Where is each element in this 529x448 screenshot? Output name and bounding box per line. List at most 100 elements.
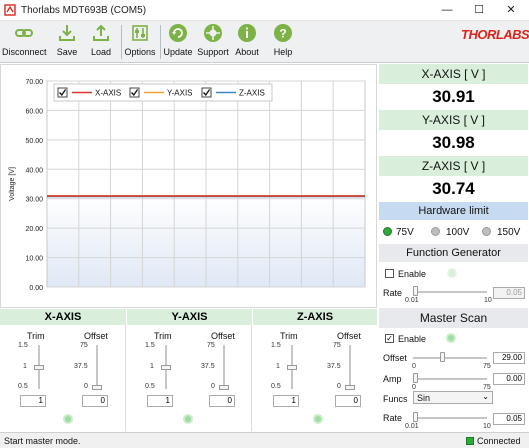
ms-amp-label: Amp bbox=[383, 374, 402, 384]
radio-75v[interactable] bbox=[383, 227, 392, 236]
connection-status: Connected bbox=[477, 436, 521, 446]
ms-offset-label: Offset bbox=[383, 353, 407, 363]
help-icon: ? bbox=[274, 24, 292, 42]
z-trim-tick-mid: 1 bbox=[276, 363, 280, 370]
y-axis-panel-header: Y-AXIS bbox=[127, 309, 252, 325]
status-message: Start master mode. bbox=[4, 436, 81, 446]
toolbar-divider bbox=[121, 25, 122, 59]
fg-enable-checkbox[interactable] bbox=[385, 269, 394, 278]
y-trim-tick-mid: 1 bbox=[150, 363, 154, 370]
z-axis-readout-label: Z-AXIS [ V ] bbox=[379, 156, 528, 176]
x-trim-field[interactable]: 1 bbox=[20, 395, 46, 407]
ms-amp-track bbox=[413, 378, 487, 380]
ms-rate-max: 10 bbox=[483, 423, 491, 430]
ms-offset-slider[interactable] bbox=[439, 352, 445, 362]
maximize-button[interactable]: ☐ bbox=[463, 0, 495, 21]
title-bar: Thorlabs MDT693B (COM5) — ☐ ✕ bbox=[0, 0, 529, 21]
load-button[interactable]: Load bbox=[86, 23, 116, 61]
y-offset-tick-max: 75 bbox=[207, 342, 215, 349]
link-icon bbox=[15, 29, 33, 37]
disconnect-button[interactable]: Disconnect bbox=[2, 23, 47, 61]
options-button[interactable]: Options bbox=[123, 23, 157, 61]
x-offset-field[interactable]: 0 bbox=[82, 395, 108, 407]
ms-amp-field[interactable]: 0.00 bbox=[493, 373, 525, 385]
y-trim-tick-min: 0.5 bbox=[145, 383, 155, 390]
ms-amp-slider[interactable] bbox=[413, 373, 418, 383]
save-button[interactable]: Save bbox=[52, 23, 82, 61]
y-tick-label: 70.00 bbox=[25, 79, 43, 86]
x-offset-label: Offset bbox=[84, 331, 108, 341]
y-tick-label: 30.00 bbox=[25, 197, 43, 204]
z-offset-tick-mid: 37.5 bbox=[327, 363, 341, 370]
fg-enable-label: Enable bbox=[398, 269, 427, 279]
z-trim-slider[interactable] bbox=[287, 365, 297, 370]
ms-enable-checkbox[interactable]: ✓ bbox=[385, 334, 394, 343]
info-icon bbox=[238, 24, 256, 42]
radio-100v[interactable] bbox=[431, 227, 440, 236]
fg-rate-field[interactable]: 0.05 bbox=[493, 287, 525, 299]
x-offset-tick-mid: 37.5 bbox=[74, 363, 88, 370]
fg-rate-slider[interactable] bbox=[413, 286, 418, 296]
ms-rate-label: Rate bbox=[383, 413, 403, 423]
y-offset-label: Offset bbox=[211, 331, 235, 341]
function-generator-group: Enable Rate 0.01 10 0.05 bbox=[379, 262, 528, 306]
ms-funcs-label: Funcs bbox=[383, 394, 408, 404]
chevron-down-icon: ⌄ bbox=[482, 392, 489, 401]
y-axis-panel: Trim Offset 1.5 1 0.5 75 37.5 0 1 0 bbox=[127, 325, 252, 431]
support-button[interactable]: Support bbox=[197, 23, 229, 61]
update-button[interactable]: Update bbox=[162, 23, 194, 61]
z-offset-tick-max: 75 bbox=[333, 342, 341, 349]
master-scan-group: ✓ Enable Offset 0 75 29.00 Amp 0 75 0.00… bbox=[379, 328, 528, 431]
z-trim-label: Trim bbox=[280, 331, 298, 341]
about-button[interactable]: About bbox=[232, 23, 262, 61]
ms-amp-min: 0 bbox=[412, 384, 416, 391]
master-scan-header: Master Scan bbox=[379, 308, 528, 328]
radio-150v-label: 150V bbox=[497, 227, 521, 238]
radio-150v[interactable] bbox=[482, 227, 491, 236]
download-icon bbox=[59, 25, 75, 41]
z-axis-panel: Trim Offset 1.5 1 0.5 75 37.5 0 1 0 bbox=[253, 325, 377, 431]
y-offset-slider[interactable] bbox=[219, 385, 229, 390]
x-axis-panel-header: X-AXIS bbox=[0, 309, 126, 325]
x-trim-tick-min: 0.5 bbox=[18, 383, 28, 390]
radio-100v-label: 100V bbox=[446, 227, 470, 238]
fg-status-led bbox=[447, 268, 457, 278]
z-trim-field[interactable]: 1 bbox=[273, 395, 299, 407]
legend-checkbox-x-axis bbox=[57, 87, 68, 98]
y-offset-field[interactable]: 0 bbox=[209, 395, 235, 407]
y-trim-slider[interactable] bbox=[161, 365, 171, 370]
y-offset-tick-min: 0 bbox=[211, 383, 215, 390]
ms-funcs-select[interactable]: Sin ⌄ bbox=[413, 391, 493, 404]
y-status-led bbox=[183, 414, 193, 424]
window-title: Thorlabs MDT693B (COM5) bbox=[21, 5, 147, 16]
ms-offset-field[interactable]: 29.00 bbox=[493, 352, 525, 364]
x-trim-tick-mid: 1 bbox=[23, 363, 27, 370]
ms-enable-label: Enable bbox=[398, 334, 427, 344]
close-button[interactable]: ✕ bbox=[495, 0, 527, 21]
fg-rate-min: 0.01 bbox=[405, 297, 419, 304]
z-offset-slider[interactable] bbox=[345, 385, 355, 390]
chart-svg: 0.00 10.00 20.00 30.00 40.00 50.00 60.00 70.00 V… bbox=[9, 79, 366, 292]
z-offset-tick-min: 0 bbox=[337, 383, 341, 390]
svg-text:?: ? bbox=[279, 27, 286, 41]
y-trim-field[interactable]: 1 bbox=[147, 395, 173, 407]
options-icon bbox=[132, 25, 148, 41]
hardware-limit-header: Hardware limit bbox=[379, 202, 528, 220]
z-trim-tick-max: 1.5 bbox=[271, 342, 281, 349]
legend-checkbox-y-axis bbox=[129, 87, 140, 98]
y-axis-readout-value: 30.98 bbox=[379, 130, 528, 155]
y-offset-track bbox=[223, 345, 225, 389]
y-tick-label: 10.00 bbox=[25, 256, 43, 263]
minimize-button[interactable]: — bbox=[431, 0, 463, 21]
ms-rate-min: 0.01 bbox=[405, 423, 419, 430]
y-axis-readout-label: Y-AXIS [ V ] bbox=[379, 110, 528, 130]
help-button[interactable]: ? Help bbox=[268, 23, 298, 61]
y-trim-tick-max: 1.5 bbox=[145, 342, 155, 349]
ms-rate-slider[interactable] bbox=[413, 412, 418, 422]
ms-rate-field[interactable]: 0.05 bbox=[493, 413, 525, 425]
app-icon bbox=[4, 4, 16, 16]
z-offset-field[interactable]: 0 bbox=[335, 395, 361, 407]
x-offset-slider[interactable] bbox=[92, 385, 102, 390]
x-trim-slider[interactable] bbox=[34, 365, 44, 370]
x-offset-tick-min: 0 bbox=[84, 383, 88, 390]
